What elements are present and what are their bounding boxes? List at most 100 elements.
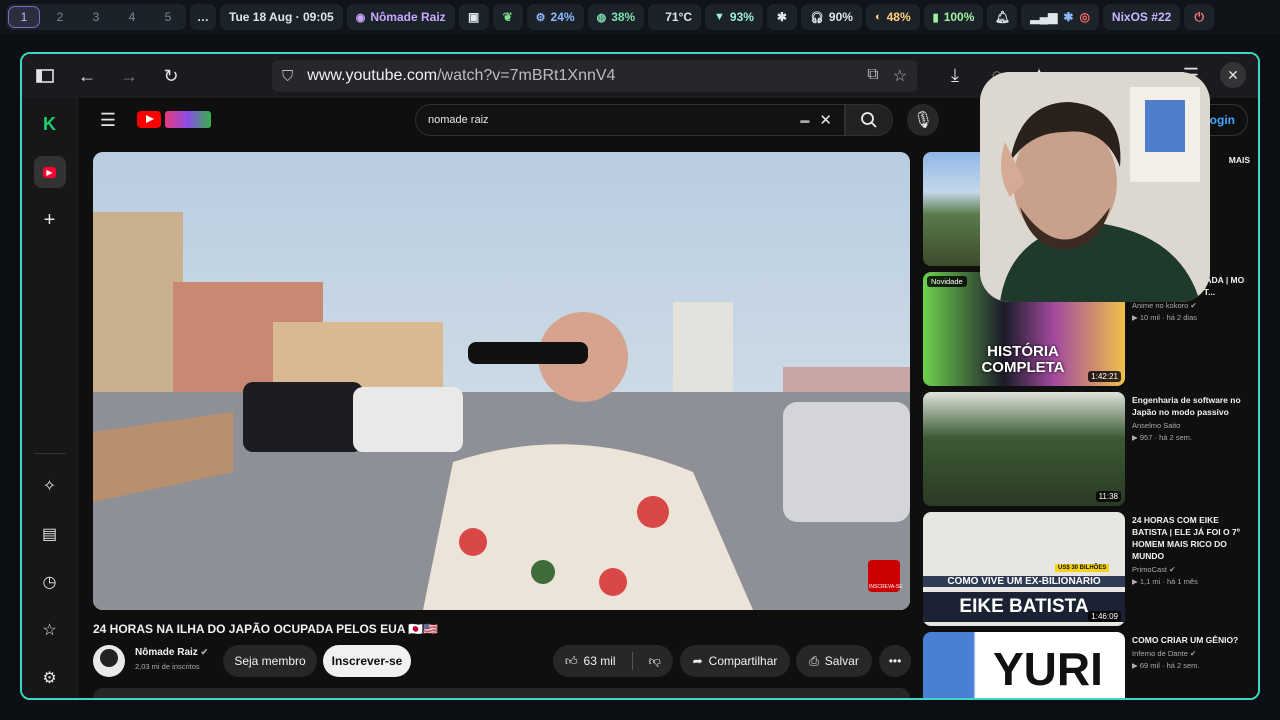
video-player[interactable]: INSCREVA-SE: [93, 152, 910, 610]
bluetooth-icon[interactable]: ✱: [766, 4, 797, 30]
rec-title[interactable]: COMO CRIAR UM GÊNIO?: [1132, 634, 1254, 646]
forward-icon[interactable]: →: [116, 63, 142, 89]
clear-search-icon[interactable]: ✕: [819, 111, 832, 129]
rec-views: 1,1 mi: [1139, 577, 1161, 586]
workspace-2[interactable]: 2: [44, 6, 76, 28]
rec-item[interactable]: YURI COMO CRIAR UM GÊNIO? Inferno de Dan…: [923, 632, 1254, 698]
notification-bell-icon[interactable]: 🔔︎: [987, 4, 1018, 30]
back-icon[interactable]: ←: [74, 63, 100, 89]
channel-avatar[interactable]: [93, 645, 125, 677]
rec-age: há 2 sem.: [1159, 433, 1192, 442]
download-icon[interactable]: ⤓: [942, 62, 968, 88]
hamburger-menu-icon[interactable]: ☰: [95, 107, 121, 133]
kagi-logo-icon[interactable]: K: [34, 108, 66, 140]
shield-icon[interactable]: ⛉: [282, 68, 293, 85]
url-text[interactable]: www.youtube.com/watch?v=7mBRt1XnnV4: [307, 67, 615, 85]
subscriber-count: 2,03 mi de inscritos: [135, 662, 200, 671]
signal-icon[interactable]: ▂▄▆: [1030, 10, 1057, 24]
description-box[interactable]: [93, 688, 910, 698]
rec-age: há 1 mês: [1166, 577, 1198, 586]
temperature-indicator: 71°C: [648, 4, 702, 30]
wifi-indicator[interactable]: ▼ 93%: [705, 4, 763, 30]
thumbs-up-icon: 👍︎: [565, 653, 578, 668]
leaf-icon[interactable]: ❦: [492, 4, 523, 30]
sidebar-toggle-icon[interactable]: [32, 63, 58, 89]
rec-meta: Engenharia de software no Japão no modo …: [1132, 394, 1254, 442]
memory-icon: ◍: [596, 11, 607, 24]
channel-name[interactable]: Nômade Raiz ✔: [135, 647, 208, 658]
share-button[interactable]: ➦ Compartilhar: [680, 645, 790, 677]
search-button[interactable]: [845, 104, 893, 136]
rec-channel[interactable]: PrimoCast ✔: [1132, 565, 1254, 574]
workspace-1[interactable]: 1: [8, 6, 40, 28]
dislike-button[interactable]: 👎︎: [649, 654, 661, 669]
thumb-caption: HISTÓRIA COMPLETA: [981, 343, 1065, 376]
voice-search-button[interactable]: 🎙︎: [907, 104, 939, 136]
reload-icon[interactable]: ↻: [158, 63, 184, 89]
subscribe-button[interactable]: Inscrever-se: [323, 645, 411, 677]
rec-title[interactable]: Engenharia de software no Japão no modo …: [1132, 394, 1254, 418]
rec-item[interactable]: 11:38 Engenharia de software no Japão no…: [923, 392, 1253, 512]
battery-value: 100%: [943, 10, 975, 24]
bluetooth-tray-icon[interactable]: ✱: [1063, 10, 1073, 24]
headset-icon: 🎧︎: [809, 11, 824, 24]
workspace-overflow[interactable]: …: [190, 4, 216, 30]
add-panel-icon[interactable]: +: [34, 204, 66, 236]
webcam-overlay[interactable]: [980, 72, 1210, 302]
headset-indicator: 🎧︎ 90%: [800, 4, 862, 30]
cpu-value: 24%: [550, 10, 575, 24]
brightness-value: 48%: [886, 10, 911, 24]
rec-stats: ▶ 69 mil · há 2 sem.: [1132, 661, 1200, 670]
more-actions-button[interactable]: •••: [879, 645, 911, 677]
workspace-4[interactable]: 4: [116, 6, 148, 28]
thumb-caption: YURI: [993, 643, 1103, 695]
save-button[interactable]: ⎙ Salvar: [796, 645, 872, 677]
workspace-3[interactable]: 3: [80, 6, 112, 28]
clock[interactable]: Tue 18 Aug · 09:05: [220, 4, 343, 30]
youtube-panel-icon[interactable]: ▶: [33, 156, 66, 188]
rec-thumbnail[interactable]: 11:38: [923, 392, 1125, 506]
verified-icon: ✔: [1190, 301, 1197, 310]
join-membership-button[interactable]: Seja membro: [223, 645, 317, 677]
ai-sparkle-icon[interactable]: ✧: [34, 470, 66, 502]
cpu-icon: ⚙: [535, 11, 546, 24]
rec-channel[interactable]: Anselmo Saito: [1132, 421, 1254, 430]
workspace-switcher: 1 2 3 4 5: [6, 4, 186, 30]
memory-indicator: ◍ 38%: [587, 4, 645, 30]
duration-badge: 11:38: [1095, 491, 1121, 502]
youtube-logo[interactable]: [137, 111, 211, 128]
rec-thumbnail[interactable]: US$ 30 BILHÕES COMO VIVE UM EX-BILIONÁRI…: [923, 512, 1125, 626]
rec-item[interactable]: US$ 30 BILHÕES COMO VIVE UM EX-BILIONÁRI…: [923, 512, 1253, 632]
keyboard-icon[interactable]: ▬: [800, 115, 809, 125]
channel-row: Nômade Raiz ✔ 2,03 mi de inscritos Seja …: [93, 644, 911, 678]
settings-gear-icon[interactable]: ⚙: [34, 662, 66, 694]
rec-channel[interactable]: Anime no kokoro ✔: [1132, 301, 1254, 310]
battery-icon: ▮: [932, 11, 939, 24]
rec-views: 10 mil: [1139, 313, 1160, 322]
brightness-indicator[interactable]: ◐ 48%: [865, 4, 920, 30]
url-bar[interactable]: ⛉ www.youtube.com/watch?v=7mBRt1XnnV4 ⧉ …: [272, 60, 917, 92]
rec-age: há 2 dias: [1166, 313, 1198, 322]
screenshot-icon[interactable]: ▣: [458, 4, 489, 30]
rec-channel[interactable]: Inferno de Dante ✔: [1132, 649, 1254, 658]
history-icon[interactable]: ◷: [34, 566, 66, 598]
temperature-value: 71°C: [665, 10, 693, 24]
brightness-icon: ◐: [874, 11, 882, 23]
picture-in-picture-icon[interactable]: ⧉: [867, 66, 878, 86]
reader-icon[interactable]: ▤: [34, 518, 66, 550]
bookmark-star-icon[interactable]: ☆: [893, 66, 907, 86]
channel-name-label: Nômade Raiz: [135, 647, 198, 658]
active-window-title: ◉ Nômade Raiz: [346, 4, 455, 30]
subscribe-overlay-label[interactable]: INSCREVA-SE: [869, 584, 903, 590]
video-frame: [93, 152, 910, 610]
power-icon[interactable]: ⏻: [1184, 4, 1215, 30]
chrome-tray-icon[interactable]: ◎: [1079, 10, 1089, 24]
like-button[interactable]: 👍︎ 63 mil: [565, 654, 616, 669]
rec-thumbnail[interactable]: YURI: [923, 632, 1125, 698]
workspace-5[interactable]: 5: [152, 6, 184, 28]
rec-title[interactable]: 24 HORAS COM EIKE BATISTA | ELE JÁ FOI O…: [1132, 514, 1254, 562]
rec-stats: ▶ 957 · há 2 sem.: [1132, 433, 1192, 442]
favorites-icon[interactable]: ☆: [34, 614, 66, 646]
close-window-icon[interactable]: ✕: [1220, 62, 1246, 88]
search-input[interactable]: nomade raiz ▬ ✕: [415, 104, 845, 136]
